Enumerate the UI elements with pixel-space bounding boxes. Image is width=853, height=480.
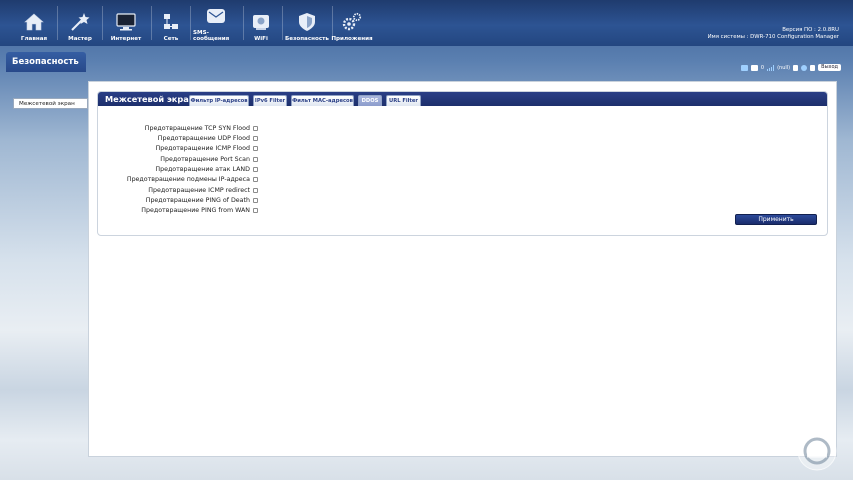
nav-wifi[interactable]: WiFi [247,4,275,42]
nav-divider [190,6,191,40]
wifi-icon [250,11,272,33]
nav-label: Главная [20,36,48,42]
option-label: Предотвращение PING from WAN [141,206,250,214]
signal-value: (null) [777,64,791,71]
system-info: Версия ПО : 2.0.8RU Имя системы : DWR-71… [708,27,839,41]
option-label: Предотвращение атак LAND [155,165,250,173]
sms-icon[interactable] [750,64,758,71]
option-ip-spoofing: Предотвращение подмены IP-адреса [98,174,258,184]
tab-label: URL Filter [389,98,418,104]
watermark-logo [793,430,841,472]
nav-security[interactable]: Безопасность [285,4,329,42]
option-port-scan: Предотвращение Port Scan [98,154,258,164]
nav-label: SMS-сообщения [193,30,230,42]
status-bar: 0 (null) Выход [740,63,841,72]
monitor-icon [115,11,137,33]
nav-label: Приложения [331,36,373,42]
main-content: Межсетевой экран Фильтр IP-адресов IPv6 … [88,81,837,457]
sidebar-item-label: Межсетевой экран [19,101,75,107]
nav-divider [243,6,244,40]
firewall-panel: Межсетевой экран Фильтр IP-адресов IPv6 … [97,91,828,236]
nav-sms[interactable]: SMS-сообщения [193,4,239,42]
gears-icon [341,11,363,33]
network-icon [160,11,182,33]
nav-network[interactable]: Сеть [156,4,186,42]
option-checkbox[interactable] [253,176,258,182]
settings-icon[interactable] [810,64,816,71]
top-nav-bar: Главная Мастер Интернет Сеть SMS-сообщен… [0,0,853,46]
apply-button[interactable]: Применить [735,214,817,225]
panel-title: Межсетевой экран [105,94,195,104]
envelope-icon [205,5,227,27]
nav-wizard[interactable]: Мастер [62,4,98,42]
connection-icon [740,64,748,71]
option-checkbox[interactable] [253,187,258,193]
tab-label: Фильтр IP-адресов [190,98,248,104]
globe-icon [801,64,808,71]
option-checkbox[interactable] [253,145,258,151]
section-title: Безопасность [6,52,86,72]
shield-icon [296,11,318,33]
nav-label: Безопасность [285,36,329,42]
nav-internet[interactable]: Интернет [108,4,144,42]
tab-mac-filter[interactable]: Фильт MAC-адресов [291,95,354,106]
option-icmp-flood: Предотвращение ICMP Flood [98,143,258,153]
tab-ddos[interactable]: DDOS [358,95,382,106]
nav-divider [282,6,283,40]
wizard-icon [69,11,91,33]
sms-count: 0 [760,64,765,71]
option-ping-of-death: Предотвращение PING of Death [98,195,258,205]
nav-divider [57,6,58,40]
option-checkbox[interactable] [253,197,258,203]
option-label: Предотвращение Port Scan [160,155,250,163]
option-label: Предотвращение UDP Flood [157,134,250,142]
option-checkbox[interactable] [253,156,258,162]
option-label: Предотвращение ICMP redirect [148,186,250,194]
option-ping-from-wan: Предотвращение PING from WAN [98,205,258,215]
firewall-header: Межсетевой экран Фильтр IP-адресов IPv6 … [98,92,827,106]
system-name: Имя системы : DWR-710 Configuration Mana… [707,34,839,40]
tab-label: DDOS [361,98,379,104]
option-checkbox[interactable] [253,135,258,141]
nav-label: Сеть [163,36,179,42]
tab-label: Фильт MAC-адресов [292,98,353,104]
option-label: Предотвращение подмены IP-адреса [126,175,250,183]
tab-label: IPv6 Filter [254,98,286,104]
nav-label: Интернет [110,36,142,42]
option-udp-flood: Предотвращение UDP Flood [98,133,258,143]
tab-url-filter[interactable]: URL Filter [386,95,421,106]
nav-label: WiFi [254,36,268,42]
nav-home[interactable]: Главная [19,4,49,42]
nav-divider [102,6,103,40]
signal-icon [767,64,775,71]
tab-ip-filter[interactable]: Фильтр IP-адресов [189,95,249,106]
tab-ipv6-filter[interactable]: IPv6 Filter [253,95,287,106]
nav-divider [151,6,152,40]
logout-button[interactable]: Выход [818,64,841,71]
option-checkbox[interactable] [253,207,258,213]
option-land-attack: Предотвращение атак LAND [98,164,258,174]
nav-apps[interactable]: Приложения [331,4,373,42]
option-label: Предотвращение ICMP Flood [155,144,251,152]
option-checkbox[interactable] [253,166,258,172]
option-icmp-redirect: Предотвращение ICMP redirect [98,185,258,195]
nav-label: Мастер [68,36,92,42]
sidebar-item-firewall[interactable]: Межсетевой экран [13,98,88,109]
option-label: Предотвращение TCP SYN Flood [144,124,250,132]
option-label: Предотвращение PING of Death [145,196,250,204]
home-icon [23,11,45,33]
option-tcp-syn-flood: Предотвращение TCP SYN Flood [98,123,258,133]
sim-icon [793,64,799,71]
option-checkbox[interactable] [253,125,258,131]
nav-divider [332,6,333,40]
firmware-version: Версия ПО : 2.0.8RU [782,27,839,33]
